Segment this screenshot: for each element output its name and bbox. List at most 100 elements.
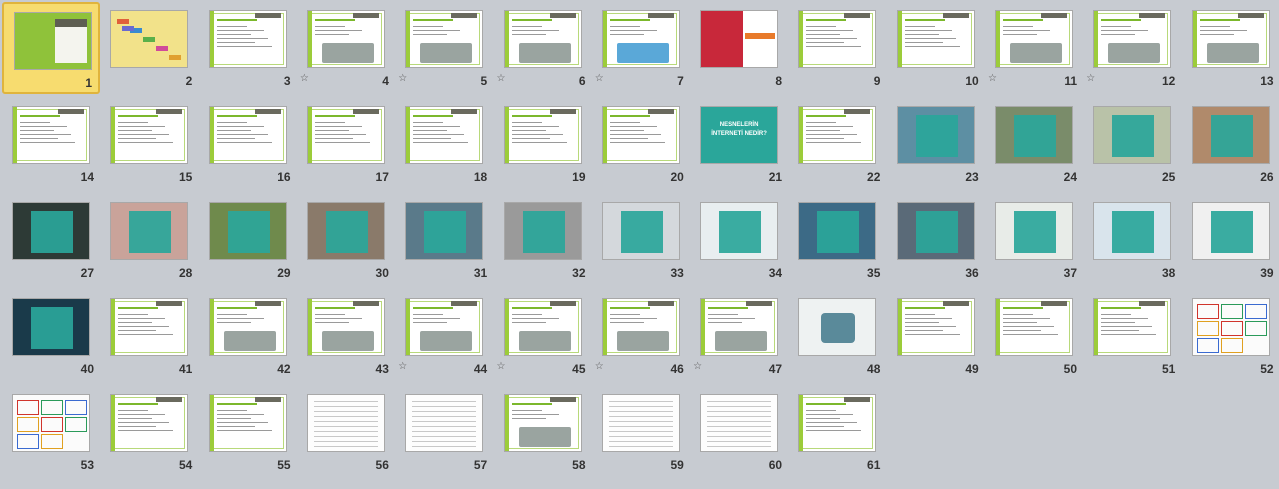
- slide-preview[interactable]: [12, 394, 90, 452]
- slide-preview[interactable]: [405, 394, 484, 452]
- star-icon[interactable]: ☆: [497, 73, 506, 84]
- slide-thumbnail-4[interactable]: ☆ 4: [297, 2, 395, 94]
- slide-preview[interactable]: [1093, 106, 1172, 164]
- slide-thumbnail-60[interactable]: 60: [690, 386, 788, 478]
- slide-preview[interactable]: [306, 394, 385, 452]
- slide-preview[interactable]: [306, 10, 385, 68]
- slide-thumbnail-17[interactable]: 17: [297, 98, 395, 190]
- slide-thumbnail-51[interactable]: 51: [1083, 290, 1181, 382]
- slide-preview[interactable]: [405, 10, 484, 68]
- slide-thumbnail-13[interactable]: 13: [1182, 2, 1279, 94]
- slide-preview[interactable]: [208, 106, 287, 164]
- slide-preview[interactable]: [1191, 298, 1270, 356]
- slide-preview[interactable]: [601, 106, 680, 164]
- star-icon[interactable]: ☆: [988, 73, 997, 84]
- slide-preview[interactable]: [12, 202, 90, 260]
- star-icon[interactable]: ☆: [300, 73, 309, 84]
- slide-preview[interactable]: [601, 298, 680, 356]
- slide-thumbnail-40[interactable]: 40: [2, 290, 100, 382]
- slide-preview[interactable]: [1191, 10, 1270, 68]
- slide-preview[interactable]: [306, 298, 385, 356]
- slide-preview[interactable]: [405, 106, 484, 164]
- slide-preview[interactable]: [1093, 298, 1172, 356]
- slide-thumbnail-44[interactable]: ☆ 44: [395, 290, 493, 382]
- slide-thumbnail-14[interactable]: 14: [2, 98, 100, 190]
- slide-preview[interactable]: [700, 298, 779, 356]
- slide-preview[interactable]: [208, 298, 287, 356]
- slide-thumbnail-8[interactable]: 8: [690, 2, 788, 94]
- slide-thumbnail-1[interactable]: 1: [2, 2, 100, 94]
- slide-thumbnail-48[interactable]: 48: [788, 290, 886, 382]
- slide-thumbnail-22[interactable]: 22: [788, 98, 886, 190]
- slide-thumbnail-31[interactable]: 31: [395, 194, 493, 286]
- slide-thumbnail-52[interactable]: 52: [1182, 290, 1279, 382]
- star-icon[interactable]: ☆: [1086, 73, 1095, 84]
- slide-preview[interactable]: [798, 202, 877, 260]
- slide-thumbnail-59[interactable]: 59: [592, 386, 690, 478]
- slide-thumbnail-26[interactable]: 26: [1182, 98, 1279, 190]
- slide-preview[interactable]: [110, 202, 189, 260]
- slide-thumbnail-35[interactable]: 35: [788, 194, 886, 286]
- slide-preview[interactable]: [503, 106, 582, 164]
- slide-preview[interactable]: [1093, 10, 1172, 68]
- star-icon[interactable]: ☆: [398, 361, 407, 372]
- star-icon[interactable]: ☆: [595, 73, 604, 84]
- slide-thumbnail-18[interactable]: 18: [395, 98, 493, 190]
- slide-preview[interactable]: [208, 10, 287, 68]
- slide-thumbnail-46[interactable]: ☆ 46: [592, 290, 690, 382]
- slide-preview[interactable]: [405, 202, 484, 260]
- slide-preview[interactable]: [14, 12, 92, 70]
- slide-preview[interactable]: [896, 202, 975, 260]
- slide-thumbnail-28[interactable]: 28: [100, 194, 198, 286]
- slide-preview[interactable]: [110, 394, 189, 452]
- slide-preview[interactable]: [110, 10, 189, 68]
- slide-preview[interactable]: [503, 10, 582, 68]
- slide-preview[interactable]: [995, 10, 1073, 68]
- slide-thumbnail-55[interactable]: 55: [199, 386, 297, 478]
- slide-thumbnail-53[interactable]: 53: [2, 386, 100, 478]
- slide-thumbnail-43[interactable]: 43: [297, 290, 395, 382]
- slide-thumbnail-56[interactable]: 56: [297, 386, 395, 478]
- slide-thumbnail-3[interactable]: 3: [199, 2, 297, 94]
- slide-preview[interactable]: [12, 298, 90, 356]
- slide-preview[interactable]: [601, 202, 680, 260]
- star-icon[interactable]: ☆: [693, 361, 702, 372]
- slide-thumbnail-15[interactable]: 15: [100, 98, 198, 190]
- slide-thumbnail-27[interactable]: 27: [2, 194, 100, 286]
- slide-thumbnail-20[interactable]: 20: [592, 98, 690, 190]
- slide-preview[interactable]: [798, 298, 877, 356]
- star-icon[interactable]: ☆: [497, 361, 506, 372]
- slide-thumbnail-6[interactable]: ☆ 6: [494, 2, 592, 94]
- slide-preview[interactable]: [798, 106, 877, 164]
- slide-sorter-pane[interactable]: 1 2 3 ☆ 4 ☆ 5 ☆ 6 ☆ 7 8 9 10 ☆ 11 ☆ 12 13 14 15 16 17 18 19 20 NES…: [0, 0, 1279, 489]
- slide-thumbnail-57[interactable]: 57: [395, 386, 493, 478]
- slide-preview[interactable]: [896, 298, 975, 356]
- slide-thumbnail-25[interactable]: 25: [1083, 98, 1181, 190]
- slide-thumbnail-30[interactable]: 30: [297, 194, 395, 286]
- slide-thumbnail-9[interactable]: 9: [788, 2, 886, 94]
- slide-preview[interactable]: [110, 298, 189, 356]
- slide-thumbnail-37[interactable]: 37: [985, 194, 1083, 286]
- slide-thumbnail-5[interactable]: ☆ 5: [395, 2, 493, 94]
- slide-preview[interactable]: [601, 10, 680, 68]
- slide-thumbnail-11[interactable]: ☆ 11: [985, 2, 1083, 94]
- slide-thumbnail-32[interactable]: 32: [494, 194, 592, 286]
- slide-preview[interactable]: [503, 394, 582, 452]
- slide-thumbnail-21[interactable]: NESNELERİN İNTERNETİ NEDİR? 21: [690, 98, 788, 190]
- slide-thumbnail-42[interactable]: 42: [199, 290, 297, 382]
- slide-thumbnail-47[interactable]: ☆ 47: [690, 290, 788, 382]
- star-icon[interactable]: ☆: [398, 73, 407, 84]
- slide-thumbnail-39[interactable]: 39: [1182, 194, 1279, 286]
- slide-preview[interactable]: [1093, 202, 1172, 260]
- slide-thumbnail-7[interactable]: ☆ 7: [592, 2, 690, 94]
- slide-thumbnail-36[interactable]: 36: [887, 194, 985, 286]
- slide-preview[interactable]: [1191, 106, 1270, 164]
- slide-preview[interactable]: [995, 298, 1073, 356]
- slide-preview[interactable]: [306, 106, 385, 164]
- slide-preview[interactable]: [405, 298, 484, 356]
- slide-preview[interactable]: NESNELERİN İNTERNETİ NEDİR?: [700, 106, 779, 164]
- slide-thumbnail-49[interactable]: 49: [887, 290, 985, 382]
- slide-thumbnail-38[interactable]: 38: [1083, 194, 1181, 286]
- slide-preview[interactable]: [700, 394, 779, 452]
- slide-preview[interactable]: [12, 106, 90, 164]
